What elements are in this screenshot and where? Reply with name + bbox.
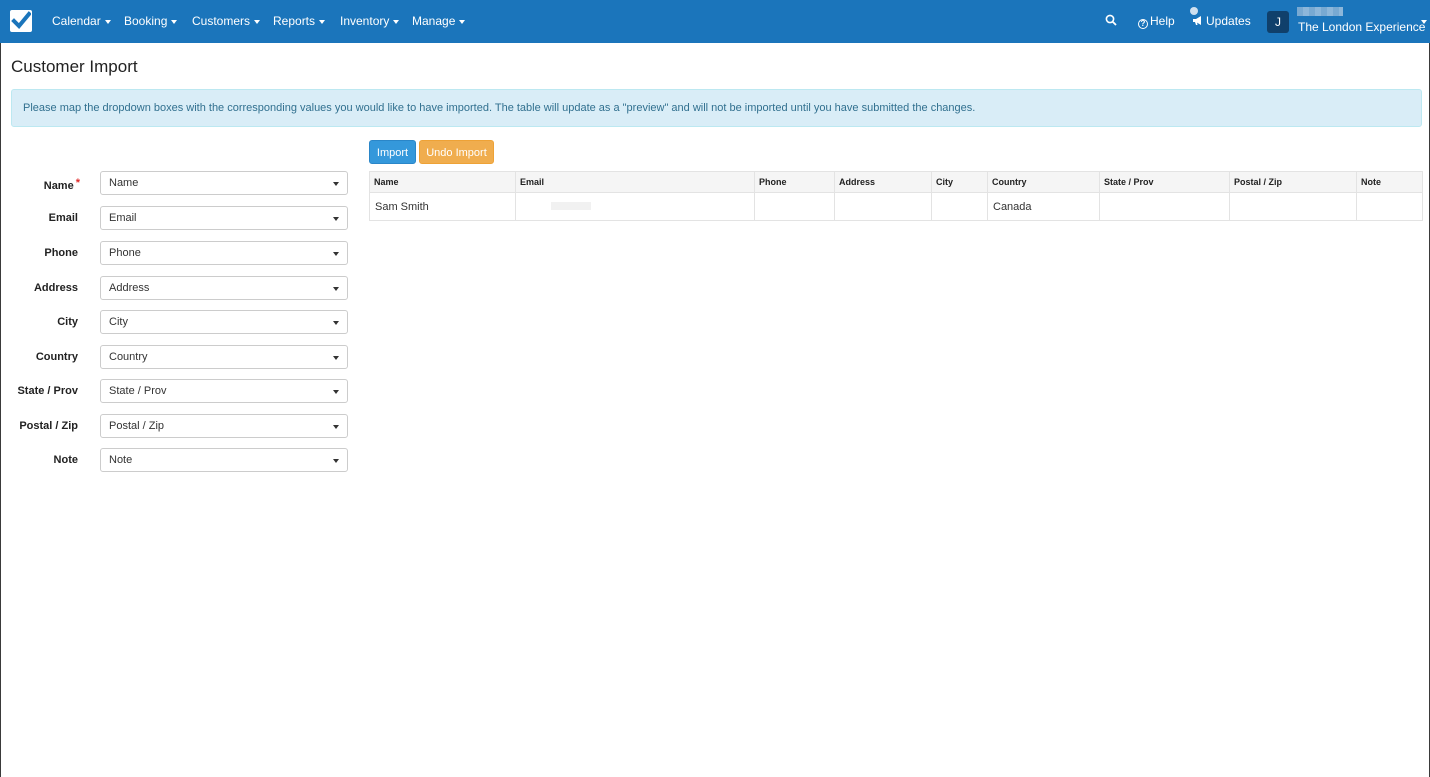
- page-title: Customer Import: [11, 57, 138, 76]
- help-icon: ?: [1138, 19, 1148, 29]
- field-label-email: Email: [48, 212, 78, 224]
- required-asterisk: *: [75, 177, 80, 189]
- dropdown-caret-icon: [333, 252, 339, 256]
- account-user-name-redacted: [1297, 7, 1343, 16]
- state-select[interactable]: State / Prov: [100, 379, 348, 403]
- field-label-phone: Phone: [44, 247, 78, 259]
- dropdown-caret-icon: [333, 425, 339, 429]
- field-label-note: Note: [53, 454, 78, 466]
- import-button[interactable]: Import: [369, 140, 416, 164]
- cell-phone: [754, 192, 835, 221]
- cell-postal: [1229, 192, 1357, 221]
- postal-select-value: Postal / Zip: [109, 420, 165, 432]
- city-select[interactable]: City: [100, 310, 348, 334]
- search-icon: [1105, 14, 1117, 26]
- chevron-down-icon: [319, 19, 326, 24]
- column-header-phone: Phone: [754, 171, 835, 193]
- postal-select[interactable]: Postal / Zip: [100, 414, 348, 438]
- dropdown-caret-icon: [333, 217, 339, 221]
- city-select-value: City: [109, 316, 128, 328]
- field-label-city: City: [57, 316, 78, 328]
- dropdown-caret-icon: [333, 182, 339, 186]
- nav-customers-label: Customers: [192, 14, 251, 28]
- name-select-value: Name: [109, 177, 139, 189]
- column-header-state: State / Prov: [1099, 171, 1230, 193]
- megaphone-icon: [1193, 16, 1201, 25]
- cell-country: Canada: [987, 192, 1100, 221]
- cell-note: [1356, 192, 1423, 221]
- undo-import-button[interactable]: Undo Import: [419, 140, 494, 164]
- email-select[interactable]: Email: [100, 206, 348, 230]
- dropdown-caret-icon: [333, 287, 339, 291]
- cell-address: [834, 192, 932, 221]
- app-logo-checkmark-icon[interactable]: [10, 10, 32, 32]
- nav-reports-label: Reports: [273, 14, 316, 28]
- column-header-city: City: [931, 171, 988, 193]
- name-select[interactable]: Name: [100, 171, 348, 195]
- nav-customers[interactable]: Customers: [192, 0, 261, 43]
- chevron-down-icon: [104, 19, 111, 24]
- table-row: Sam Smith Canada: [369, 192, 1423, 221]
- updates-label: Updates: [1206, 14, 1251, 28]
- column-header-postal: Postal / Zip: [1229, 171, 1357, 193]
- nav-calendar[interactable]: Calendar: [52, 0, 111, 43]
- search-button[interactable]: [1105, 0, 1117, 43]
- preview-table: Name Email Phone Address City Country St…: [369, 171, 1423, 221]
- country-select-value: Country: [109, 351, 148, 363]
- top-navbar: Calendar Booking Customers Reports Inven…: [0, 0, 1430, 43]
- nav-reports[interactable]: Reports: [273, 0, 326, 43]
- field-label-postal: Postal / Zip: [19, 420, 78, 432]
- cell-state: [1099, 192, 1230, 221]
- nav-manage[interactable]: Manage: [412, 0, 466, 43]
- note-select[interactable]: Note: [100, 448, 348, 472]
- nav-calendar-label: Calendar: [52, 14, 101, 28]
- nav-inventory-label: Inventory: [340, 14, 390, 28]
- chevron-down-icon: [171, 19, 178, 24]
- phone-select-value: Phone: [109, 247, 141, 259]
- field-label-state: State / Prov: [17, 385, 78, 397]
- dropdown-caret-icon: [333, 356, 339, 360]
- cell-city: [931, 192, 988, 221]
- table-header-row: Name Email Phone Address City Country St…: [369, 171, 1423, 193]
- column-header-address: Address: [834, 171, 932, 193]
- state-select-value: State / Prov: [109, 385, 167, 397]
- email-select-value: Email: [109, 212, 137, 224]
- info-alert: Please map the dropdown boxes with the c…: [11, 89, 1422, 127]
- field-label-country: Country: [35, 351, 78, 363]
- address-select-value: Address: [109, 282, 150, 294]
- account-name[interactable]: The London Experience: [1298, 20, 1425, 34]
- account-chevron-down-icon[interactable]: [1421, 20, 1427, 24]
- chevron-down-icon: [459, 19, 466, 24]
- field-label: Name *: [0, 171, 80, 198]
- dropdown-caret-icon: [333, 390, 339, 394]
- nav-booking[interactable]: Booking: [124, 0, 178, 43]
- column-header-country: Country: [987, 171, 1100, 193]
- nav-booking-label: Booking: [124, 14, 168, 28]
- dropdown-caret-icon: [333, 321, 339, 325]
- nav-inventory[interactable]: Inventory: [340, 0, 400, 43]
- dropdown-caret-icon: [333, 459, 339, 463]
- cell-name: Sam Smith: [369, 192, 516, 221]
- column-header-name: Name: [369, 171, 516, 193]
- column-header-note: Note: [1356, 171, 1423, 193]
- email-redacted: [551, 201, 591, 210]
- help-label: Help: [1150, 14, 1175, 28]
- column-header-email: Email: [515, 171, 755, 193]
- address-select[interactable]: Address: [100, 276, 348, 300]
- avatar[interactable]: J: [1267, 11, 1289, 33]
- nav-manage-label: Manage: [412, 14, 456, 28]
- help-link[interactable]: ? Help: [1138, 0, 1175, 43]
- chevron-down-icon: [254, 19, 261, 24]
- chevron-down-icon: [393, 19, 400, 24]
- country-select[interactable]: Country: [100, 345, 348, 369]
- note-select-value: Note: [109, 454, 133, 466]
- field-label-address: Address: [33, 282, 78, 294]
- field-label-name: Name: [43, 180, 74, 192]
- cell-email: [515, 192, 755, 221]
- phone-select[interactable]: Phone: [100, 241, 348, 265]
- updates-link[interactable]: Updates: [1192, 0, 1251, 43]
